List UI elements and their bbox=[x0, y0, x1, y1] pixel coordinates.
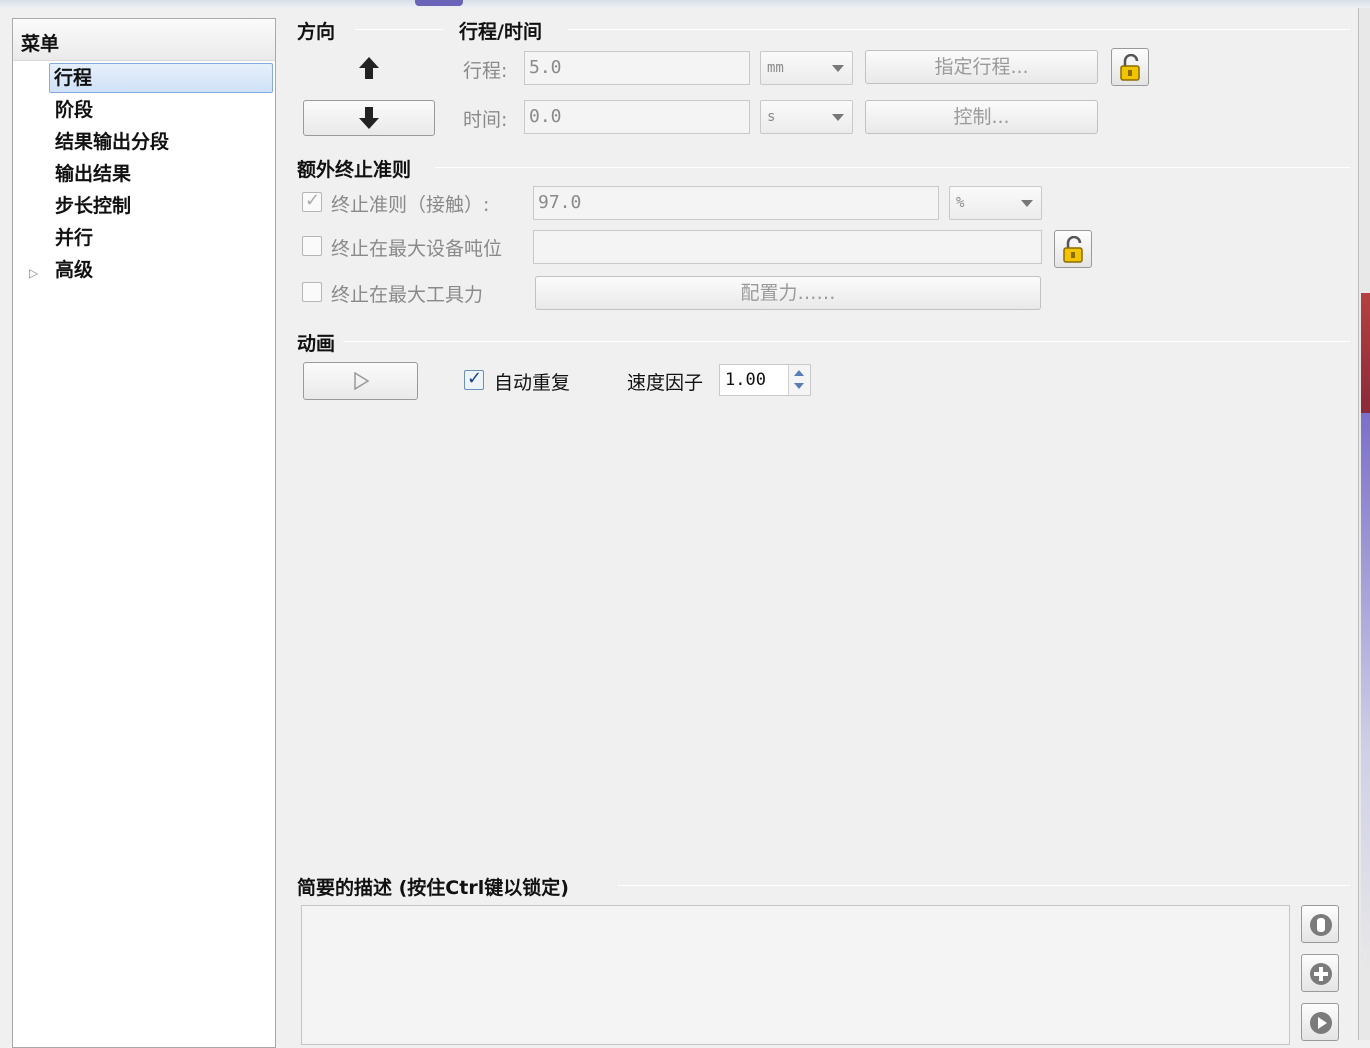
direction-title: 方向 bbox=[297, 21, 336, 43]
description-remove-button[interactable] bbox=[1301, 905, 1339, 943]
play-circle-icon bbox=[1310, 1012, 1332, 1034]
up-arrow-icon[interactable] bbox=[358, 56, 380, 80]
stroke-time-divider bbox=[568, 29, 1350, 30]
description-next-button[interactable] bbox=[1301, 1003, 1339, 1041]
stroke-lock-button[interactable] bbox=[1111, 48, 1149, 86]
scroll-knob[interactable] bbox=[415, 0, 463, 6]
specify-stroke-button[interactable]: 指定行程... bbox=[865, 50, 1098, 84]
stroke-unit-value: mm bbox=[767, 60, 784, 76]
menu-header: 菜单 bbox=[13, 19, 275, 61]
extra-criteria-title: 额外终止准则 bbox=[297, 159, 412, 181]
sidebar-item-step-control[interactable]: 步长控制 bbox=[51, 192, 135, 222]
speed-factor-label: 速度因子 bbox=[627, 372, 704, 394]
play-icon bbox=[353, 371, 369, 391]
animation-title: 动画 bbox=[297, 333, 336, 355]
chevron-down-icon bbox=[1021, 200, 1033, 207]
description-textarea[interactable] bbox=[301, 905, 1290, 1045]
down-arrow-icon bbox=[359, 107, 379, 129]
speed-factor-spinbox[interactable]: 1.00 bbox=[719, 364, 811, 396]
menu-sidebar: 菜单 行程 阶段 结果输出分段 输出结果 步长控制 并行 ▷ 高级 bbox=[12, 18, 276, 1048]
animation-divider bbox=[343, 341, 1350, 342]
spin-up-icon[interactable] bbox=[794, 370, 804, 376]
chevron-down-icon bbox=[832, 114, 844, 121]
time-input[interactable]: 0.0 bbox=[524, 100, 750, 134]
padlock-icon bbox=[1063, 236, 1083, 263]
contact-unit-dropdown[interactable]: % bbox=[949, 186, 1042, 220]
max-displacement-input[interactable] bbox=[533, 230, 1042, 264]
contact-criterion-checkbox[interactable] bbox=[302, 190, 322, 212]
auto-repeat-checkbox[interactable] bbox=[464, 368, 484, 390]
contact-criterion-label: 终止准则（接触）: bbox=[331, 194, 490, 216]
expand-triangle-icon[interactable]: ▷ bbox=[29, 266, 38, 280]
max-displacement-lock-button[interactable] bbox=[1054, 230, 1092, 268]
spin-down-icon[interactable] bbox=[794, 383, 804, 389]
stroke-label: 行程: bbox=[463, 60, 508, 82]
stroke-input[interactable]: 5.0 bbox=[524, 51, 750, 85]
max-force-checkbox[interactable] bbox=[302, 282, 322, 302]
play-animation-button[interactable] bbox=[303, 362, 418, 400]
description-title: 简要的描述 (按住Ctrl键以锁定) bbox=[297, 877, 569, 899]
contact-unit-value: % bbox=[956, 195, 965, 211]
down-direction-button[interactable] bbox=[303, 100, 435, 136]
auto-repeat-label: 自动重复 bbox=[494, 372, 571, 394]
stroke-unit-dropdown[interactable]: mm bbox=[760, 51, 853, 85]
speed-factor-value[interactable]: 1.00 bbox=[725, 365, 766, 395]
edge-bar-purple bbox=[1361, 413, 1370, 973]
configure-force-button[interactable]: 配置力…… bbox=[535, 276, 1041, 310]
sidebar-item-stroke[interactable]: 行程 bbox=[49, 63, 273, 93]
extra-criteria-divider bbox=[435, 167, 1350, 168]
edge-bar-red bbox=[1361, 293, 1370, 413]
description-divider bbox=[618, 885, 1350, 886]
max-displacement-label: 终止在最大设备吨位 bbox=[331, 238, 503, 260]
max-displacement-checkbox[interactable] bbox=[302, 236, 322, 256]
sidebar-item-parallel[interactable]: 并行 bbox=[51, 224, 97, 254]
sidebar-item-stage[interactable]: 阶段 bbox=[51, 96, 97, 126]
plus-circle-icon bbox=[1310, 963, 1332, 985]
control-button[interactable]: 控制... bbox=[865, 100, 1098, 134]
max-force-label: 终止在最大工具力 bbox=[331, 284, 484, 306]
sidebar-item-advanced[interactable]: 高级 bbox=[51, 256, 97, 286]
direction-divider bbox=[355, 29, 443, 30]
chevron-down-icon bbox=[832, 65, 844, 72]
contact-criterion-input[interactable]: 97.0 bbox=[533, 186, 939, 220]
time-unit-value: s bbox=[767, 109, 776, 125]
padlock-icon bbox=[1120, 54, 1140, 81]
sidebar-item-output-results[interactable]: 输出结果 bbox=[51, 160, 135, 190]
sidebar-item-result-output-segment[interactable]: 结果输出分段 bbox=[51, 128, 173, 158]
spin-arrows[interactable] bbox=[788, 365, 810, 395]
window-top-strip bbox=[0, 0, 1370, 8]
time-unit-dropdown[interactable]: s bbox=[760, 100, 853, 134]
description-add-button[interactable] bbox=[1301, 954, 1339, 992]
stroke-time-title: 行程/时间 bbox=[459, 21, 542, 43]
right-edge-panel bbox=[1358, 8, 1370, 1040]
time-label: 时间: bbox=[463, 109, 508, 131]
minus-circle-icon bbox=[1310, 914, 1332, 936]
